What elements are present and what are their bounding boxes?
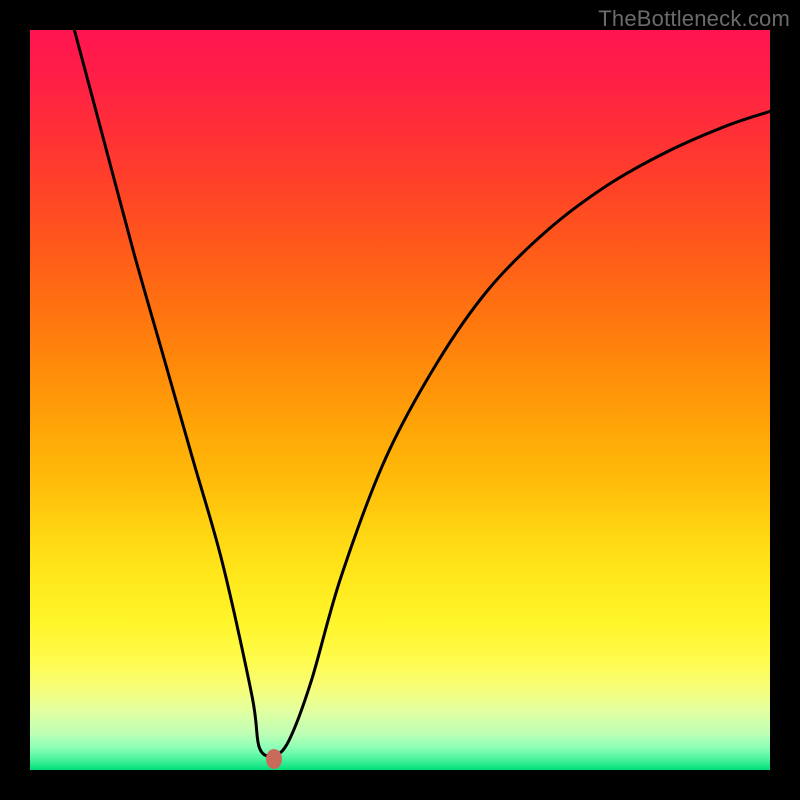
chart-frame: TheBottleneck.com: [0, 0, 800, 800]
watermark-text: TheBottleneck.com: [598, 6, 790, 32]
plot-area: [30, 30, 770, 770]
optimal-point-marker: [266, 749, 282, 769]
bottleneck-curve: [30, 30, 770, 770]
